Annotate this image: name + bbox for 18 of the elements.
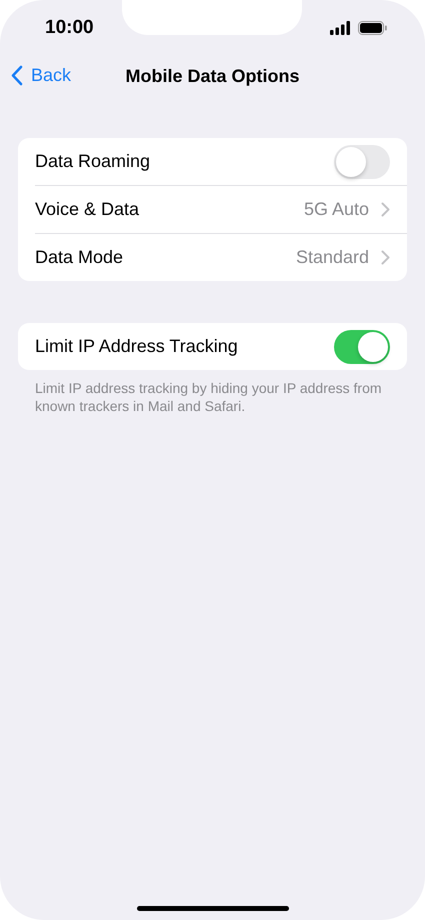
- status-time: 10:00: [45, 17, 94, 39]
- settings-row[interactable]: Voice & Data 5G Auto: [35, 185, 407, 233]
- battery-icon: [358, 21, 387, 35]
- setting-value: Standard: [296, 247, 369, 268]
- toggle-switch[interactable]: [334, 144, 390, 178]
- setting-label: Voice & Data: [35, 199, 140, 220]
- toggle-switch[interactable]: [334, 330, 390, 364]
- setting-label: Limit IP Address Tracking: [35, 336, 239, 357]
- chevron-right-icon: [381, 202, 390, 217]
- setting-label: Data Roaming: [35, 151, 152, 172]
- chevron-right-icon: [381, 250, 390, 265]
- page-title: Mobile Data Options: [125, 66, 300, 86]
- setting-value: 5G Auto: [304, 199, 369, 220]
- footer-note: Limit IP address tracking by hiding your IP address from known trackers in Mail and Safari.: [35, 379, 383, 415]
- signal-icon: [330, 21, 352, 35]
- chevron-left-icon: [10, 65, 23, 86]
- settings-row[interactable]: Data Mode Standard: [35, 233, 407, 281]
- setting-label: Data Mode: [35, 247, 124, 268]
